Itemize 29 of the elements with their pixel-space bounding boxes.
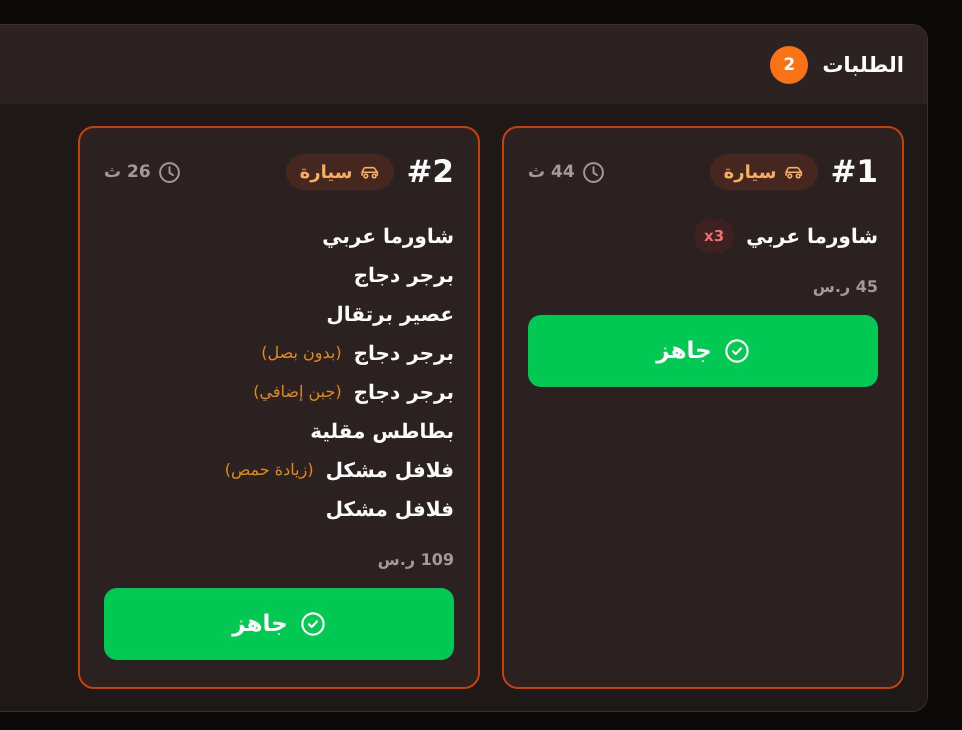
quantity-badge: x3 bbox=[694, 218, 734, 252]
ready-button[interactable]: جاهز bbox=[104, 588, 454, 660]
item-name: برجر دجاج bbox=[354, 262, 454, 286]
item-note: (جبن إضافي) bbox=[253, 382, 342, 401]
elapsed-time: 44 ث bbox=[528, 162, 575, 182]
item-name: برجر دجاج bbox=[354, 340, 454, 364]
item-name: فلافل مشكل bbox=[326, 496, 454, 520]
order-count-badge: 2 bbox=[770, 46, 808, 84]
item-name: عصير برتقال bbox=[326, 302, 454, 326]
panel-title: الطلبات bbox=[822, 52, 904, 76]
order-total: 109 ر.س bbox=[376, 550, 454, 570]
order-type-label: سيارة bbox=[724, 162, 776, 182]
clock-icon bbox=[582, 160, 605, 184]
item-name: فلافل مشكل bbox=[326, 458, 454, 482]
item-name: شاورما عربي bbox=[322, 224, 454, 248]
order-number: #1 bbox=[830, 153, 878, 192]
item-note: (بدون بصل) bbox=[261, 343, 342, 362]
ready-button[interactable]: جاهز bbox=[528, 315, 878, 387]
order-type-label: سيارة bbox=[300, 162, 352, 182]
check-circle-icon bbox=[724, 338, 750, 364]
item-name: برجر دجاج bbox=[354, 380, 454, 404]
item-note: (زيادة حمص) bbox=[224, 460, 314, 479]
item-name: شاورما عربي bbox=[746, 224, 878, 248]
clock-icon bbox=[158, 160, 181, 184]
elapsed-time: 26 ث bbox=[104, 162, 151, 182]
check-circle-icon bbox=[300, 611, 326, 637]
order-number: #2 bbox=[406, 153, 454, 192]
item-name: بطاطس مقلية bbox=[310, 418, 454, 442]
order-total: 45 ر.س bbox=[812, 277, 878, 297]
